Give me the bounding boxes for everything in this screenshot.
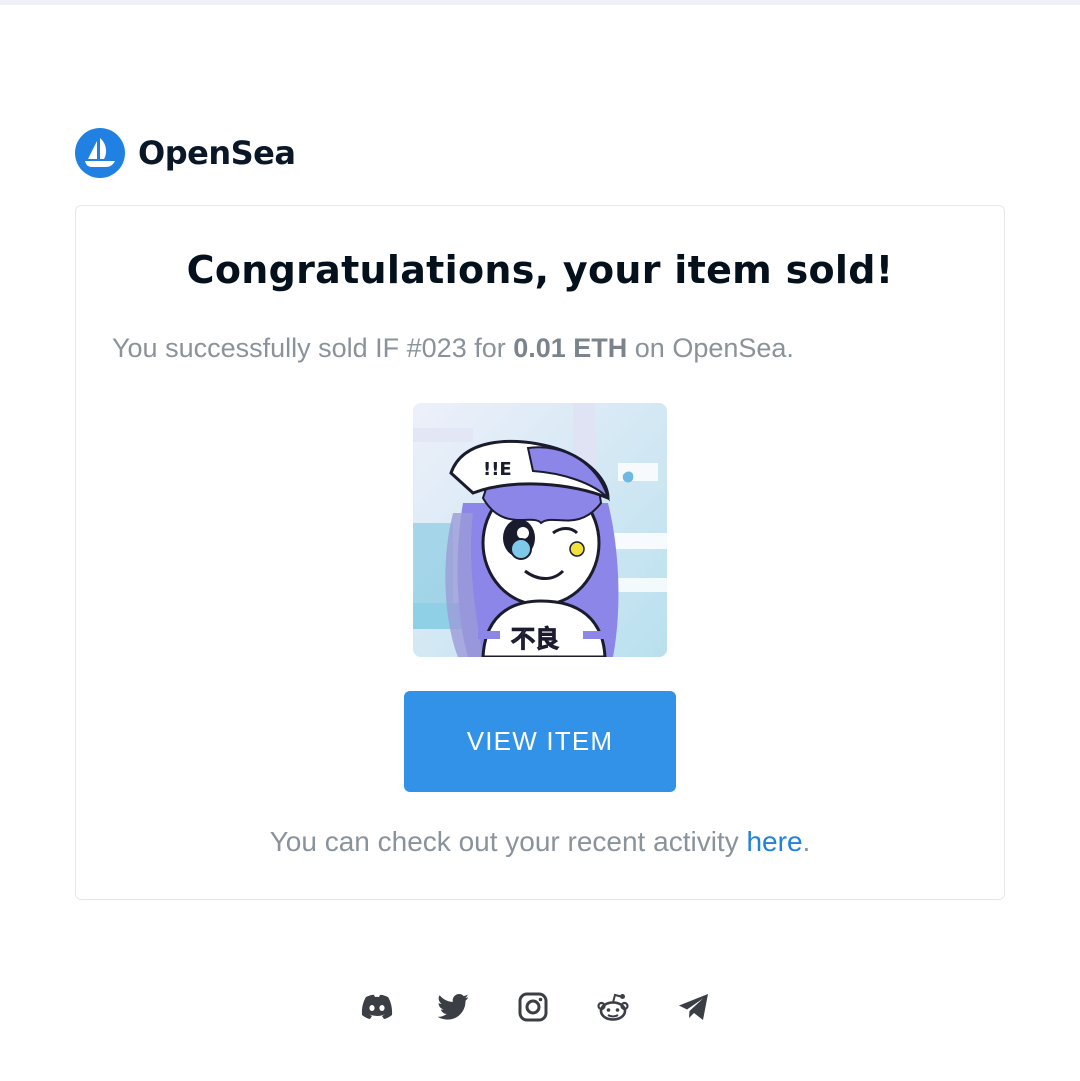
sold-price: 0.01 ETH bbox=[513, 333, 628, 363]
nft-item-image[interactable]: !!E 不良 bbox=[413, 403, 667, 657]
social-links bbox=[0, 990, 1080, 1026]
twitter-icon[interactable] bbox=[436, 990, 470, 1024]
svg-text:!!E: !!E bbox=[483, 459, 512, 480]
sold-prefix: You successfully sold IF #023 for bbox=[112, 333, 514, 363]
view-item-button[interactable]: VIEW ITEM bbox=[404, 691, 676, 792]
activity-message: You can check out your recent activity h… bbox=[76, 826, 1004, 858]
svg-text:不良: 不良 bbox=[511, 625, 559, 653]
top-strip bbox=[0, 0, 1080, 5]
activity-suffix: . bbox=[802, 826, 811, 857]
nft-artwork-icon: !!E 不良 bbox=[413, 403, 667, 657]
telegram-icon[interactable] bbox=[677, 990, 711, 1024]
headline: Congratulations, your item sold! bbox=[186, 248, 894, 292]
discord-icon[interactable] bbox=[360, 990, 394, 1024]
sale-notification-card: Congratulations, your item sold! You suc… bbox=[75, 205, 1005, 900]
reddit-icon[interactable] bbox=[596, 990, 630, 1024]
activity-prefix: You can check out your recent activity bbox=[269, 826, 747, 857]
opensea-logo[interactable]: OpenSea bbox=[75, 128, 296, 178]
sold-message: You successfully sold IF #023 for 0.01 E… bbox=[112, 333, 794, 364]
opensea-logo-icon bbox=[75, 128, 125, 178]
brand-name: OpenSea bbox=[138, 134, 296, 172]
sold-suffix: on OpenSea. bbox=[627, 333, 794, 363]
instagram-icon[interactable] bbox=[516, 990, 550, 1024]
activity-here-link[interactable]: here bbox=[746, 826, 802, 857]
